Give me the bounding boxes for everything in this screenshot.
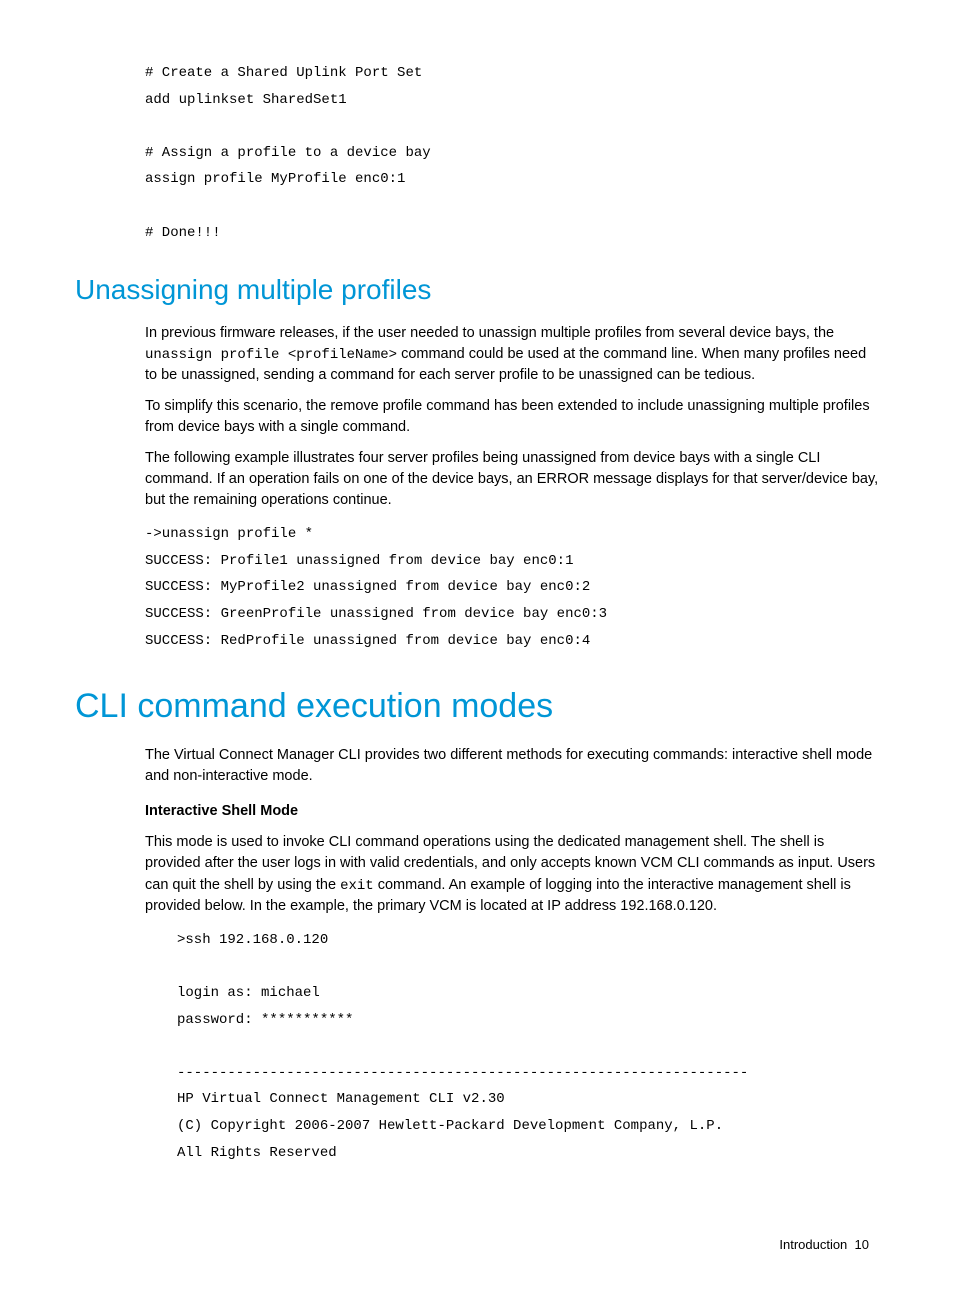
inline-code-unassign-profile: unassign profile <profileName> [145,347,397,363]
code-block-unassign-output: ->unassign profile * SUCCESS: Profile1 u… [145,521,879,654]
footer-section-label: Introduction [779,1237,847,1252]
code-block-ssh-session: >ssh 192.168.0.120 login as: michael pas… [177,927,879,1166]
paragraph-unassign-intro: In previous firmware releases, if the us… [145,323,879,386]
subheading-interactive-shell: Interactive Shell Mode [145,801,879,822]
paragraph-interactive-description: This mode is used to invoke CLI command … [145,832,879,916]
page-footer: Introduction 10 [75,1236,879,1255]
heading-unassigning-profiles: Unassigning multiple profiles [75,270,879,311]
inline-code-exit: exit [340,878,374,894]
paragraph-cli-intro: The Virtual Connect Manager CLI provides… [145,745,879,787]
footer-page-number: 10 [855,1237,869,1252]
code-block-scripting: # Create a Shared Uplink Port Set add up… [145,60,879,246]
text-segment: In previous firmware releases, if the us… [145,325,834,341]
heading-cli-execution-modes: CLI command execution modes [75,682,879,731]
paragraph-unassign-example: The following example illustrates four s… [145,448,879,511]
paragraph-unassign-simplify: To simplify this scenario, the remove pr… [145,396,879,438]
